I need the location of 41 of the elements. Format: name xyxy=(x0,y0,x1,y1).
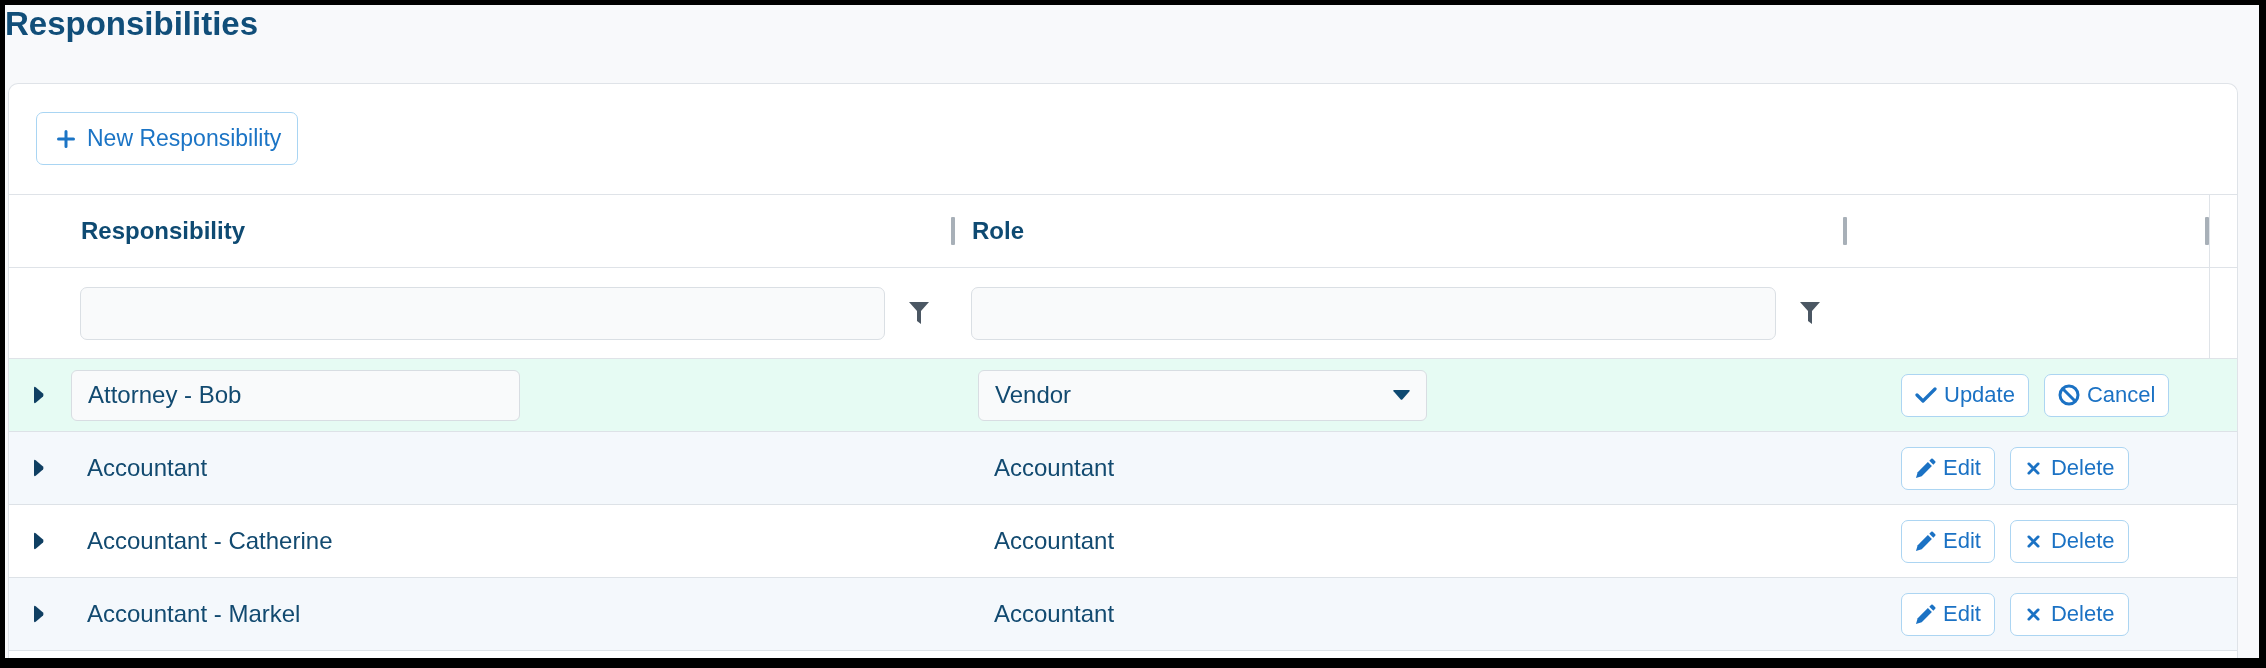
filter-icon[interactable] xyxy=(909,302,929,324)
delete-button[interactable]: Delete xyxy=(2009,592,2129,636)
pencil-icon xyxy=(1915,457,1936,479)
responsibility-input[interactable]: Attorney - Bob xyxy=(71,369,520,421)
caret-down-icon xyxy=(1393,390,1410,400)
page-title: Responsibilities xyxy=(5,5,259,42)
table-cell: Accountant xyxy=(994,527,1115,555)
edit-button[interactable]: Edit xyxy=(1901,592,1995,636)
filter-icon[interactable] xyxy=(1800,302,1820,324)
expand-caret-icon[interactable] xyxy=(33,459,44,477)
edit-button[interactable]: Edit xyxy=(1901,446,1995,490)
pencil-icon xyxy=(1915,530,1936,552)
table-cell: Accountant xyxy=(87,454,208,482)
pencil-icon xyxy=(1915,603,1936,625)
column-resize-handle[interactable] xyxy=(2205,217,2209,245)
filter-field[interactable] xyxy=(971,286,1776,340)
table-cell: Accountant xyxy=(994,454,1115,482)
column-header[interactable]: Responsibility xyxy=(81,217,246,245)
table-cell: Accountant - Catherine xyxy=(87,527,333,555)
column-resize-handle[interactable] xyxy=(1843,217,1847,245)
expand-caret-icon[interactable] xyxy=(33,605,44,623)
table-cell: Accountant - Markel xyxy=(87,600,301,628)
edit-button[interactable]: Edit xyxy=(1901,519,1995,563)
cross-icon xyxy=(2026,607,2040,621)
plus-icon xyxy=(57,129,75,148)
expand-caret-icon[interactable] xyxy=(33,386,44,404)
column-header[interactable]: Role xyxy=(972,217,1024,245)
table-cell: Accountant xyxy=(994,600,1115,628)
cancel-button[interactable]: Cancel xyxy=(2043,373,2170,417)
expand-caret-icon[interactable] xyxy=(33,532,44,550)
new-responsibility-button[interactable]: New Responsibility xyxy=(36,112,299,165)
role-select[interactable]: Vendor xyxy=(978,369,1427,421)
update-button[interactable]: Update xyxy=(1901,373,2029,417)
cross-icon xyxy=(2026,534,2040,548)
filter-field[interactable] xyxy=(80,286,885,340)
delete-button[interactable]: Delete xyxy=(2009,519,2129,563)
delete-button[interactable]: Delete xyxy=(2009,446,2129,490)
column-resize-handle[interactable] xyxy=(951,217,955,245)
cross-icon xyxy=(2026,461,2040,475)
check-icon xyxy=(1915,387,1937,403)
ban-icon xyxy=(2057,384,2080,406)
